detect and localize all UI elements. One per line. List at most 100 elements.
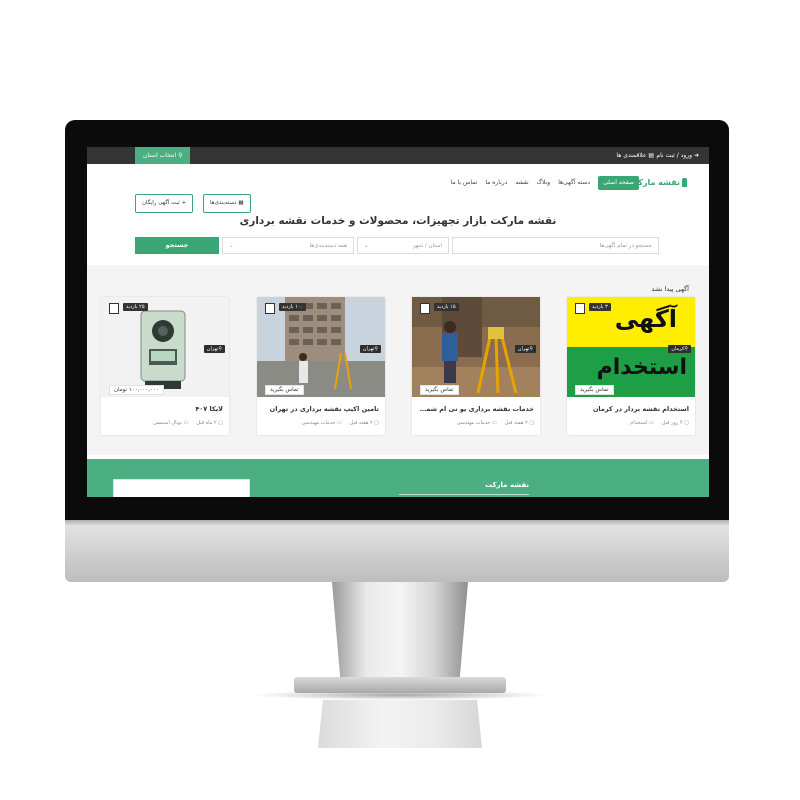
menu-item-about[interactable]: درباره ما — [485, 176, 507, 190]
ad-time: ▢ ۲ هفته قبل — [350, 420, 379, 426]
login-label: ورود / ثبت نام — [656, 152, 693, 159]
ad-cards: آگهی استخدام ۳ بازدید ⚲کرمان تماس بگیرید… — [101, 297, 695, 437]
website-screen: ➜ ورود / ثبت نام ▤ علاقمندی ها ⚲ انتخاب … — [87, 147, 709, 497]
post-ad-button[interactable]: + ثبت آگهی رایگان — [135, 194, 194, 213]
login-link[interactable]: ➜ ورود / ثبت نام — [656, 152, 699, 159]
main-menu: صفحه اصلی دسته آگهی‌ها وبلاگ نقشه درباره… — [451, 176, 639, 190]
location-pin-icon: ⚲ — [684, 346, 688, 352]
ad-time-label: ۲ هفته قبل — [349, 420, 373, 426]
footer-divider — [399, 494, 529, 495]
calendar-icon: ▢ — [682, 420, 689, 426]
ad-time-label: ۴ روز قبل — [661, 420, 683, 426]
views-badge: ۲۵ بازدید — [123, 303, 148, 311]
search-input[interactable]: جستجو در تمام آگهی‌ها — [452, 237, 659, 254]
ad-time: ▢ ۴ روز قبل — [662, 420, 689, 426]
ad-category-label: استخدام — [630, 420, 648, 426]
calendar-icon: ▢ — [216, 420, 223, 426]
menu-item-categories[interactable]: دسته آگهی‌ها — [558, 176, 590, 190]
menu-item-home[interactable]: صفحه اصلی — [598, 176, 639, 190]
calendar-icon: ▢ — [372, 420, 379, 426]
ad-title[interactable]: لایکا ۴۰۷ — [107, 405, 223, 413]
bookmark-icon[interactable] — [575, 303, 585, 314]
category-dropdown-label: همه دسته‌بندی‌ها — [309, 243, 347, 249]
monitor-stand-neck — [332, 582, 468, 677]
ad-category-label: خدمات مهندسی — [456, 420, 491, 426]
province-dropdown-label: استان / شهر — [412, 243, 442, 249]
views-badge: ۱۵ بازدید — [434, 303, 459, 311]
ad-category: ▭ خدمات مهندسی — [457, 420, 497, 426]
ad-meta: ▢ ۲ هفته قبل ▭ خدمات مهندسی — [263, 420, 379, 426]
location-badge: ⚲تهران — [359, 345, 381, 353]
price-tag: تماس بگیرید — [265, 385, 304, 395]
ad-card[interactable]: ۲۵ بازدید ⚲تهران ۱۰۰,۰۰۰,۰۰۰ تومان لایکا… — [101, 297, 229, 435]
menu-item-contact[interactable]: تماس با ما — [451, 176, 478, 190]
categories-button[interactable]: ▦ دسته‌بندی‌ها — [203, 194, 251, 213]
folder-icon: ▭ — [490, 420, 497, 426]
chevron-down-icon: ⌄ — [229, 243, 234, 249]
location-badge: ⚲کرمان — [668, 345, 691, 353]
menu-item-blog[interactable]: وبلاگ — [537, 176, 551, 190]
ad-category-label: خدمات مهندسی — [301, 420, 336, 426]
search-bar: جستجو در تمام آگهی‌ها استان / شهر ⌄ همه … — [135, 237, 659, 254]
folder-icon: ▭ — [647, 420, 654, 426]
ad-card[interactable]: آگهی استخدام ۳ بازدید ⚲کرمان تماس بگیرید… — [567, 297, 695, 435]
location-pin-icon: ⚲ — [529, 346, 533, 352]
main-header: نقشه مارکت صفحه اصلی دسته آگهی‌ها وبلاگ … — [87, 164, 709, 213]
site-footer: نقشه مارکت — [87, 459, 709, 497]
ad-category: ▭ توتال استیشن — [153, 420, 188, 426]
favorites-label: علاقمندی ها — [616, 152, 647, 159]
price-tag: تماس بگیرید — [575, 385, 614, 395]
location-label: تهران — [517, 346, 530, 352]
ad-banner-text: استخدام — [596, 355, 687, 380]
chin-shadow — [65, 520, 729, 526]
categories-button-label: دسته‌بندی‌ها — [210, 200, 237, 206]
monitor-stand-foot — [294, 677, 506, 693]
calendar-icon: ▢ — [527, 420, 534, 426]
ad-title[interactable]: استخدام نقشه بردار در کرمان — [573, 405, 689, 413]
login-icon: ➜ — [692, 152, 699, 159]
chevron-down-icon: ⌄ — [364, 243, 369, 249]
ad-category: ▭ استخدام — [630, 420, 654, 426]
ad-title[interactable]: خدمات نقشه برداری یو تی ام شمیم ... — [418, 405, 534, 413]
views-badge: ۳ بازدید — [589, 303, 611, 311]
province-dropdown[interactable]: استان / شهر ⌄ — [357, 237, 449, 254]
location-pin-icon: ⚲ — [218, 346, 222, 352]
ad-meta: ▢ ۲ هفته قبل ▭ خدمات مهندسی — [418, 420, 534, 426]
location-label: تهران — [362, 346, 375, 352]
ad-time: ▢ ۲ هفته قبل — [505, 420, 534, 426]
location-pin-icon: ⚲ — [176, 152, 183, 159]
page-headline: نقشه مارکت بازار تجهیزات، محصولات و خدما… — [239, 215, 557, 227]
folder-icon: ▭ — [335, 420, 342, 426]
ad-category-label: توتال استیشن — [152, 420, 182, 426]
footer-box — [113, 479, 250, 497]
ad-title[interactable]: تامین اکیپ نقشه برداری در تهران — [263, 405, 379, 413]
monitor-chin — [65, 520, 729, 582]
stand-reflection — [318, 700, 482, 748]
ad-category: ▭ خدمات مهندسی — [302, 420, 342, 426]
menu-item-map[interactable]: نقشه — [515, 176, 528, 190]
ad-time: ▢ ۲ ماه قبل — [196, 420, 223, 426]
ad-banner-text: آگهی — [614, 305, 677, 333]
ad-time-label: ۲ هفته قبل — [504, 420, 528, 426]
favorites-link[interactable]: ▤ علاقمندی ها — [616, 152, 654, 159]
search-button[interactable]: جستجو — [135, 237, 219, 254]
top-bar: ➜ ورود / ثبت نام ▤ علاقمندی ها ⚲ انتخاب … — [87, 147, 709, 164]
location-pin-icon: ⚲ — [374, 346, 378, 352]
location-label: کرمان — [671, 346, 685, 352]
ad-card[interactable]: ۱۵ بازدید ⚲تهران تماس بگیرید خدمات نقشه … — [412, 297, 540, 435]
folder-icon: ▭ — [181, 420, 189, 426]
location-badge: ⚲تهران — [203, 345, 225, 353]
favorites-icon: ▤ — [646, 152, 654, 159]
bookmark-icon[interactable] — [420, 303, 430, 314]
bookmark-icon[interactable] — [265, 303, 275, 314]
ad-card[interactable]: ۱۰۰ بازدید ⚲تهران تماس بگیرید تامین اکیپ… — [257, 297, 385, 435]
ad-meta: ▢ ۴ روز قبل ▭ استخدام — [573, 420, 689, 426]
category-dropdown[interactable]: همه دسته‌بندی‌ها ⌄ — [222, 237, 354, 254]
grid-icon: ▦ — [236, 200, 244, 206]
no-ads-notice: آگهی پیدا نشد — [651, 285, 689, 293]
price-tag: ۱۰۰,۰۰۰,۰۰۰ تومان — [109, 385, 164, 395]
views-badge: ۱۰۰ بازدید — [279, 303, 307, 311]
location-label: تهران — [206, 346, 219, 352]
bookmark-icon[interactable] — [109, 303, 119, 314]
province-select-button[interactable]: ⚲ انتخاب استان — [135, 147, 191, 164]
